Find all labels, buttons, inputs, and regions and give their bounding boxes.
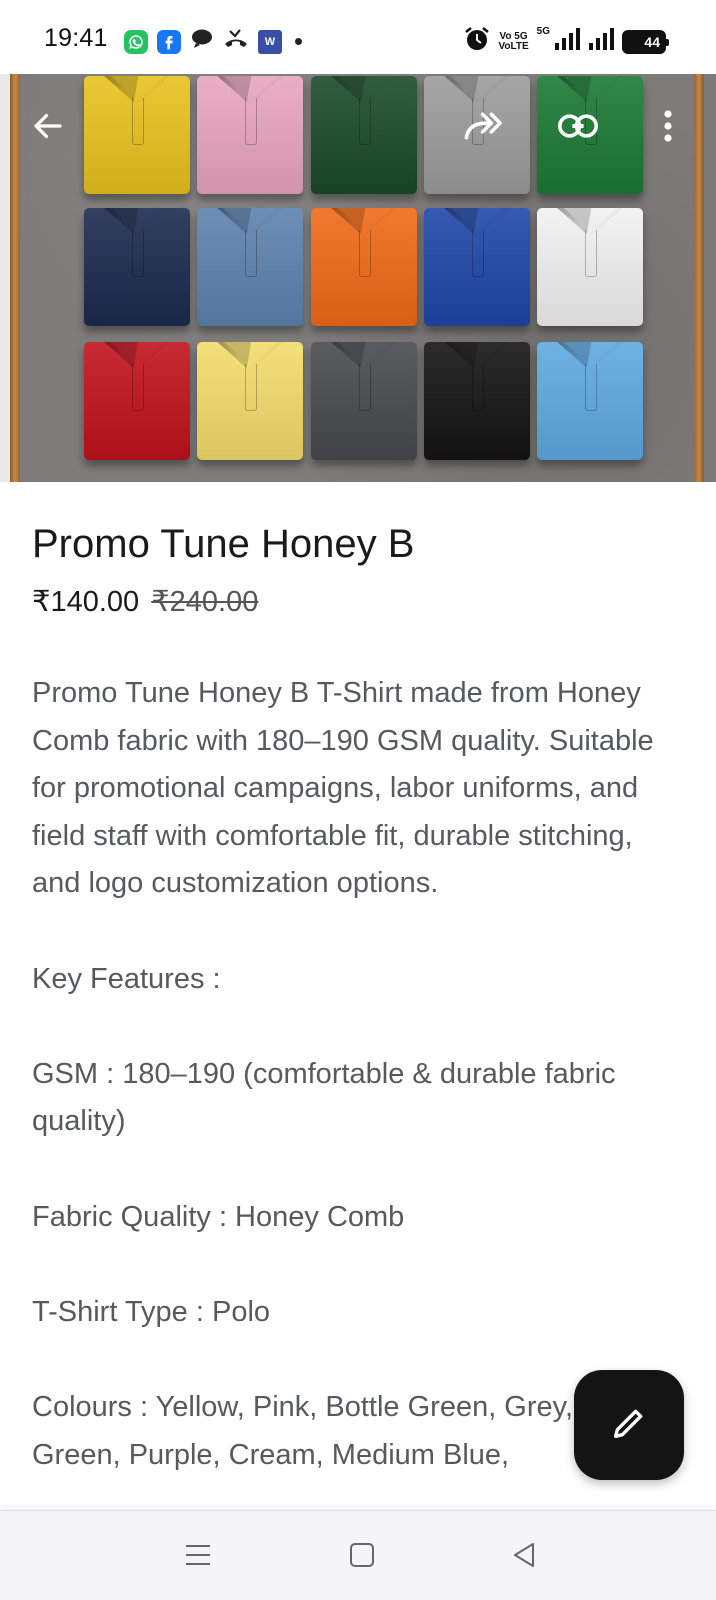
more-notifications-dot bbox=[295, 38, 302, 45]
shirt-collar bbox=[104, 76, 170, 104]
menu-icon bbox=[184, 1543, 212, 1572]
polo-shirt bbox=[84, 76, 190, 194]
recent-apps-button[interactable] bbox=[174, 1533, 222, 1581]
shirt-collar bbox=[444, 342, 510, 370]
copy-link-button[interactable] bbox=[554, 104, 602, 152]
more-options-button[interactable] bbox=[648, 104, 688, 152]
signal-icon bbox=[554, 27, 580, 56]
battery-icon: 44 bbox=[622, 29, 669, 54]
shirt-collar bbox=[557, 342, 623, 370]
shirt-collar bbox=[217, 342, 283, 370]
product-original-price: ₹240.00 bbox=[151, 586, 259, 618]
image-frame-right bbox=[694, 74, 704, 482]
alarm-icon bbox=[464, 26, 490, 57]
chat-icon bbox=[190, 28, 214, 55]
back-triangle-icon bbox=[511, 1541, 537, 1574]
status-time: 19:41 bbox=[44, 24, 108, 52]
image-frame-left bbox=[10, 74, 20, 482]
shirt-collar bbox=[331, 208, 397, 236]
shirt-collar bbox=[331, 342, 397, 370]
shirt-collar bbox=[104, 342, 170, 370]
polo-shirt bbox=[424, 342, 530, 460]
whatsapp-icon bbox=[124, 29, 148, 54]
polo-shirt bbox=[537, 208, 643, 326]
back-arrow-icon bbox=[30, 108, 66, 149]
network-type: 5G bbox=[536, 26, 550, 37]
w-app-icon: W bbox=[258, 29, 282, 54]
product-title: Promo Tune Honey B bbox=[32, 522, 415, 566]
home-button[interactable] bbox=[338, 1533, 386, 1581]
price-row: ₹140.00 ₹240.00 bbox=[32, 584, 682, 620]
polo-shirt bbox=[311, 342, 417, 460]
signal-icon bbox=[588, 27, 614, 56]
system-icons: Vo 5G VoLTE 5G 44 bbox=[464, 26, 669, 57]
polo-shirt bbox=[424, 208, 530, 326]
polo-shirt bbox=[197, 76, 303, 194]
shirt-collar bbox=[331, 76, 397, 104]
polo-shirt bbox=[537, 342, 643, 460]
polo-shirt bbox=[84, 208, 190, 326]
shirt-collar bbox=[444, 76, 510, 104]
polo-shirt bbox=[197, 342, 303, 460]
share-button[interactable] bbox=[460, 104, 508, 152]
polo-shirt bbox=[311, 208, 417, 326]
missed-call-icon bbox=[223, 28, 249, 55]
product-price: ₹140.00 bbox=[32, 586, 140, 618]
product-image[interactable] bbox=[0, 74, 716, 482]
back-nav-button[interactable] bbox=[500, 1533, 548, 1581]
product-details: Promo Tune Honey B ₹140.00 ₹240.00 Promo… bbox=[32, 482, 682, 1479]
shirt-collar bbox=[444, 208, 510, 236]
home-square-icon bbox=[349, 1542, 375, 1573]
edit-button[interactable] bbox=[574, 1370, 684, 1480]
shirt-collar bbox=[557, 76, 623, 104]
more-vert-icon bbox=[663, 109, 673, 148]
share-icon bbox=[462, 108, 506, 149]
status-bar: 19:41 W Vo 5G VoLTE 5G 44 bbox=[0, 0, 716, 74]
back-button[interactable] bbox=[24, 104, 72, 152]
edit-pencil-icon bbox=[609, 1403, 649, 1448]
shirt-collar bbox=[104, 208, 170, 236]
volte-indicator: Vo 5G VoLTE bbox=[498, 31, 529, 52]
shirt-collar bbox=[557, 208, 623, 236]
system-navigation-bar bbox=[0, 1510, 716, 1600]
link-icon bbox=[557, 111, 599, 146]
facebook-icon bbox=[157, 29, 181, 54]
polo-shirt bbox=[84, 342, 190, 460]
polo-shirt bbox=[197, 208, 303, 326]
polo-shirt bbox=[311, 76, 417, 194]
network-label-bottom: VoLTE bbox=[498, 40, 529, 52]
shirt-collar bbox=[217, 208, 283, 236]
product-description: Promo Tune Honey B T-Shirt made from Hon… bbox=[32, 677, 654, 1471]
notification-icons: W bbox=[124, 28, 302, 55]
shirt-collar bbox=[217, 76, 283, 104]
